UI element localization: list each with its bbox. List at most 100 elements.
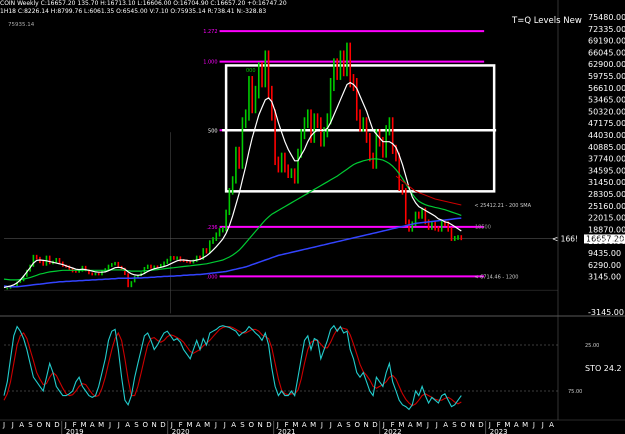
price-grid <box>0 0 625 421</box>
month-tick-label: O <box>249 421 255 429</box>
month-tick-label: D <box>478 421 483 429</box>
header-line-2: 1H18 C:8226.14 H:8799.76 L:6061.35 O:654… <box>0 8 267 15</box>
price-tick-label: 72335.00 <box>588 25 625 34</box>
price-series: < 25412.21 - 200 SMA < 6714.46 - 1200 <box>3 42 532 290</box>
month-tick-label: N <box>469 421 474 429</box>
chart: 1.272 1.000 500 .236 .000 000 18500 < 25412.2… <box>0 0 625 434</box>
month-tick-label: S <box>28 421 33 429</box>
price-pointer-label: < 166! <box>552 234 578 243</box>
month-tick-label: A <box>549 421 554 429</box>
sma200-annotation: < 25412.21 - 200 SMA <box>474 203 531 209</box>
year-tick-label: 2023 <box>490 428 508 434</box>
month-tick-label: A <box>408 421 413 429</box>
month-tick-label: J <box>426 421 429 429</box>
month-tick-label: J <box>329 421 332 429</box>
header-line-3: 75935.14 <box>8 22 35 28</box>
chart-title: T=Q Levels New <box>512 16 582 26</box>
stoch-k-line <box>3 324 462 411</box>
month-tick-label: D <box>160 421 165 429</box>
price-tick-label: 47175.00 <box>588 119 625 128</box>
month-tick-label: N <box>152 421 157 429</box>
price-tick-label: 37740.00 <box>588 155 625 164</box>
price-tick-label: 56610.00 <box>588 84 625 93</box>
osc-label: STO 24.2 <box>585 364 622 373</box>
month-tick-label: J <box>320 421 323 429</box>
month-tick-label: A <box>231 421 236 429</box>
price-tick-label: 12580.00 <box>588 237 625 246</box>
month-tick-label: M <box>310 421 316 429</box>
month-tick-label: S <box>134 421 139 429</box>
month-tick-label: M <box>98 421 104 429</box>
range-boxes: 18500 <box>222 64 497 230</box>
fib-level-label: .000 <box>206 274 217 280</box>
price-tick-label: 28305.00 <box>588 190 625 199</box>
month-tick-label: O <box>461 421 467 429</box>
month-tick-label: O <box>143 421 149 429</box>
price-tick-label: 18870.00 <box>588 225 625 234</box>
fib-level-label: 1.272 <box>203 29 217 35</box>
month-tick-label: J <box>435 421 438 429</box>
price-tick-label: 40885.00 <box>588 143 625 152</box>
price-tick-label: 75480.00 <box>588 13 625 22</box>
month-tick-label: A <box>337 421 342 429</box>
month-tick-label: A <box>196 421 201 429</box>
month-tick-label: S <box>240 421 245 429</box>
time-axis: JJASONDJFMAMJJASONDJFMAMJJASONDJFMAMJJAS… <box>2 421 554 434</box>
year-tick-label: 2021 <box>278 428 296 434</box>
price-tick-label: 3145.00 <box>588 273 621 282</box>
month-tick-label: J <box>11 421 14 429</box>
month-tick-label: D <box>372 421 377 429</box>
month-tick-label: N <box>46 421 51 429</box>
fib-level-label: 500 <box>208 128 218 134</box>
header-line-1: COIN Weekly C:16657.20 135.70 H:16713.10… <box>0 0 287 7</box>
price-tick-label: 34595.00 <box>588 166 625 175</box>
price-tick-label: 31450.00 <box>588 178 625 187</box>
price-tick-label: 22015.00 <box>588 214 625 223</box>
year-tick-label: 2022 <box>384 428 402 434</box>
price-tick-label: 25160.00 <box>588 202 625 211</box>
month-tick-label: J <box>117 421 120 429</box>
year-tick-label: 2020 <box>172 428 190 434</box>
month-tick-label: N <box>363 421 368 429</box>
box-text: 18500 <box>475 224 491 230</box>
month-tick-label: O <box>355 421 361 429</box>
osc-tick-label: 25.00 <box>585 343 599 349</box>
price-axis: 75480.00 72335.00 69190.00 66045.00 62900.00… <box>552 13 625 317</box>
month-tick-label: D <box>266 421 271 429</box>
month-tick-label: S <box>346 421 351 429</box>
price-tick-label: 53465.00 <box>588 96 625 105</box>
price-tick-label: 44030.00 <box>588 131 625 140</box>
month-tick-label: J <box>108 421 111 429</box>
month-tick-label: A <box>302 421 307 429</box>
fib-level-label: 1.000 <box>203 60 217 66</box>
price-tick-label: -3145.00 <box>588 308 624 317</box>
misc-level-label: 000 <box>246 68 256 74</box>
stochastic-panel: 25.00 75.00 STO 24.2 <box>3 324 622 411</box>
stoch-d-line <box>3 326 462 407</box>
price-tick-label: 62900.00 <box>588 60 625 69</box>
month-tick-label: M <box>522 421 528 429</box>
month-tick-label: M <box>204 421 210 429</box>
fib-level-label: .236 <box>206 225 217 231</box>
month-tick-label: M <box>416 421 422 429</box>
month-tick-label: J <box>214 421 217 429</box>
month-tick-label: N <box>258 421 263 429</box>
price-tick-label: 9435.00 <box>588 249 621 258</box>
price-tick-label: 69190.00 <box>588 37 625 46</box>
price-tick-label: 50320.00 <box>588 107 625 116</box>
price-tick-label: 66045.00 <box>588 48 625 57</box>
low-level-annotation: < 6714.46 - 1200 <box>474 274 518 280</box>
month-tick-label: A <box>443 421 448 429</box>
month-tick-label: O <box>37 421 43 429</box>
month-tick-label: S <box>452 421 457 429</box>
month-tick-label: A <box>19 421 24 429</box>
month-tick-label: D <box>54 421 59 429</box>
month-tick-label: A <box>90 421 95 429</box>
month-tick-label: J <box>541 421 544 429</box>
price-tick-label: 6290.00 <box>588 261 621 270</box>
price-tick-label: 59755.00 <box>588 72 625 81</box>
month-tick-label: A <box>514 421 519 429</box>
month-tick-label: J <box>2 421 5 429</box>
year-tick-label: 2019 <box>66 428 84 434</box>
month-tick-label: A <box>125 421 130 429</box>
